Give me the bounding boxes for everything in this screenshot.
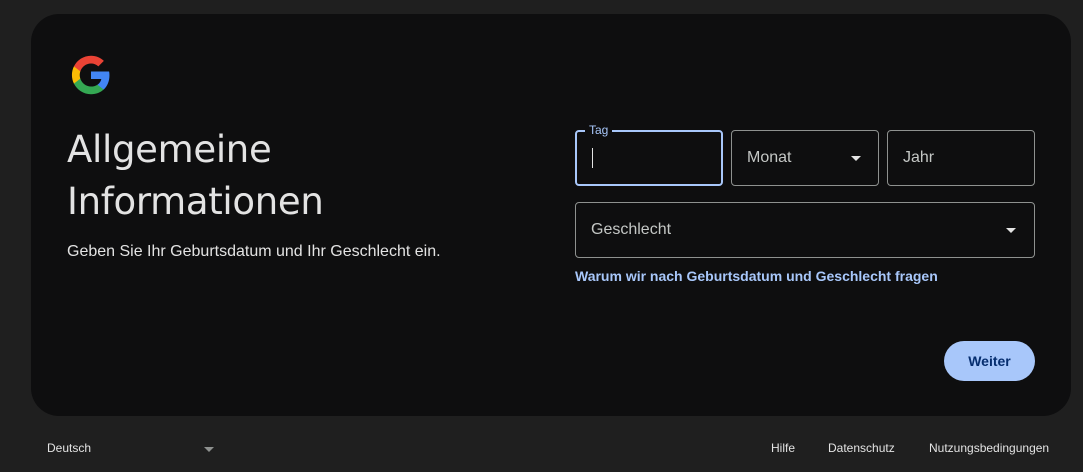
chevron-down-icon — [1006, 228, 1016, 233]
year-input[interactable]: Jahr — [887, 130, 1035, 186]
next-button[interactable]: Weiter — [944, 341, 1035, 381]
month-select[interactable]: Monat — [731, 130, 879, 186]
gender-select[interactable]: Geschlecht — [575, 202, 1035, 258]
page-subtitle: Geben Sie Ihr Geburtsdatum und Ihr Gesch… — [67, 243, 441, 260]
month-placeholder: Monat — [747, 149, 792, 166]
chevron-down-icon — [851, 156, 861, 161]
gender-placeholder: Geschlecht — [591, 221, 672, 238]
footer-link-terms[interactable]: Nutzungsbedingungen — [929, 441, 1049, 455]
language-select[interactable]: Deutsch — [47, 441, 91, 455]
page-title-line1: Allgemeine — [67, 128, 272, 171]
google-logo-icon — [71, 55, 110, 95]
why-birthdate-gender-link[interactable]: Warum wir nach Geburtsdatum und Geschlec… — [575, 268, 938, 284]
footer-link-help[interactable]: Hilfe — [771, 441, 795, 455]
signup-card: Allgemeine Informationen Geben Sie Ihr G… — [31, 14, 1071, 416]
year-placeholder: Jahr — [903, 149, 935, 166]
page-title: Allgemeine Informationen — [67, 124, 487, 228]
day-label: Tag — [585, 123, 613, 137]
footer-link-privacy[interactable]: Datenschutz — [828, 441, 895, 455]
page-title-line2: Informationen — [67, 180, 324, 223]
day-input[interactable]: Tag — [575, 123, 723, 186]
chevron-down-icon — [204, 447, 214, 452]
text-caret — [592, 148, 593, 168]
